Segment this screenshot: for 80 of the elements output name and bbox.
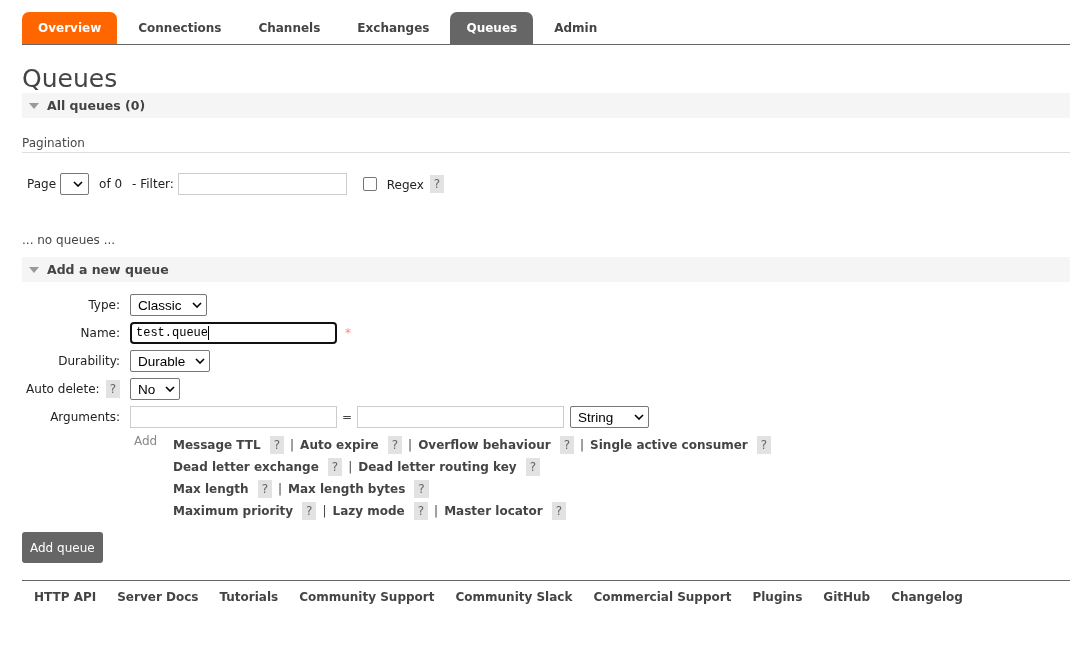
dropdown[interactable]: String (570, 406, 650, 428)
chevron-down-icon (165, 386, 176, 392)
help-icon[interactable]: ? (414, 480, 429, 498)
footer-link[interactable]: Plugins (752, 590, 803, 604)
footer-link[interactable]: Tutorials (219, 590, 279, 604)
separator: | (434, 504, 439, 518)
nav-tab[interactable]: Queues (450, 12, 534, 44)
argument-link[interactable]: Dead letter exchange (173, 460, 319, 474)
field-label: Name: (80, 326, 120, 340)
page-title: Queues (22, 65, 119, 93)
help-icon[interactable]: ? (551, 502, 567, 520)
page-count: of 0 (99, 177, 123, 191)
help-icon[interactable]: ? (756, 436, 772, 454)
section-header[interactable]: Add a new queue (22, 257, 1070, 282)
field-label: Type: (88, 298, 120, 312)
filter-field[interactable] (177, 173, 347, 195)
chevron-down-icon (191, 302, 202, 308)
separator: | (408, 438, 413, 452)
pagination-heading: Pagination (22, 136, 1070, 153)
footer-link[interactable]: Commercial Support (593, 590, 732, 604)
dropdown[interactable]: Classic (130, 294, 207, 316)
dropdown[interactable]: No (130, 378, 181, 400)
argument-link[interactable]: Master locator (444, 504, 543, 518)
page-select[interactable] (60, 173, 90, 195)
footer-link[interactable]: Server Docs (117, 590, 199, 604)
chevron-down-icon (195, 358, 206, 364)
nav-tab[interactable]: Exchanges (341, 12, 446, 44)
add-label: Add (134, 434, 159, 450)
equals-sign: = (342, 410, 353, 424)
help-icon[interactable]: ? (302, 502, 317, 520)
footer-link[interactable]: GitHub (823, 590, 871, 604)
help-icon[interactable]: ? (387, 436, 403, 454)
help-icon[interactable]: ? (429, 175, 445, 193)
argument-key-field[interactable] (130, 406, 337, 428)
nav-tab[interactable]: Channels (242, 12, 337, 44)
separator: | (580, 438, 585, 452)
argument-link[interactable]: Message TTL (173, 438, 261, 452)
regex-checkbox[interactable] (362, 177, 377, 191)
footer-link[interactable]: HTTP API (34, 590, 97, 604)
add-queue-button[interactable]: Add queue (22, 532, 103, 563)
help-icon[interactable]: ? (413, 502, 429, 520)
empty-message: ... no queues ... (22, 233, 117, 247)
help-icon[interactable]: ? (257, 480, 272, 498)
argument-link[interactable]: Maximum priority (173, 504, 294, 518)
chevron-down-icon (634, 414, 645, 420)
section-header[interactable]: All queues (0) (22, 93, 1070, 118)
nav-tab[interactable]: Admin (538, 12, 614, 44)
argument-link[interactable]: Max length (173, 482, 249, 496)
argument-link[interactable]: Auto expire (300, 438, 379, 452)
footer-link[interactable]: Changelog (891, 590, 963, 604)
argument-link[interactable]: Single active consumer (590, 438, 748, 452)
argument-link[interactable]: Max length bytes (288, 482, 406, 496)
help-icon[interactable]: ? (269, 436, 285, 454)
page-label: Page (27, 177, 57, 191)
help-icon[interactable]: ? (327, 458, 343, 476)
nav-tab[interactable]: Connections (122, 12, 238, 44)
argument-link[interactable]: Lazy mode (332, 504, 405, 518)
separator: | (322, 504, 327, 518)
argument-link[interactable]: Overflow behaviour (418, 438, 551, 452)
footer-link[interactable]: Community Slack (455, 590, 573, 604)
help-icon[interactable]: ? (105, 380, 120, 398)
argument-value-field[interactable] (357, 406, 565, 428)
help-icon[interactable]: ? (559, 436, 575, 454)
dropdown[interactable]: Durable (130, 350, 211, 372)
chevron-down-icon (73, 181, 84, 187)
field-label: Durability: (58, 354, 120, 368)
argument-link[interactable]: Dead letter routing key (358, 460, 517, 474)
filter-label: - Filter: (132, 177, 174, 191)
footer-link[interactable]: Community Support (299, 590, 435, 604)
field-label: Arguments: (50, 410, 120, 424)
separator: | (348, 460, 353, 474)
required-mark: * (345, 326, 351, 340)
separator: | (290, 438, 295, 452)
regex-label: Regex (386, 178, 424, 192)
help-icon[interactable]: ? (525, 458, 541, 476)
separator: | (278, 482, 283, 496)
name-field[interactable]: test.queue (130, 322, 337, 344)
triangle-icon (29, 266, 39, 273)
triangle-icon (29, 102, 39, 109)
field-label: Auto delete: (26, 382, 100, 396)
